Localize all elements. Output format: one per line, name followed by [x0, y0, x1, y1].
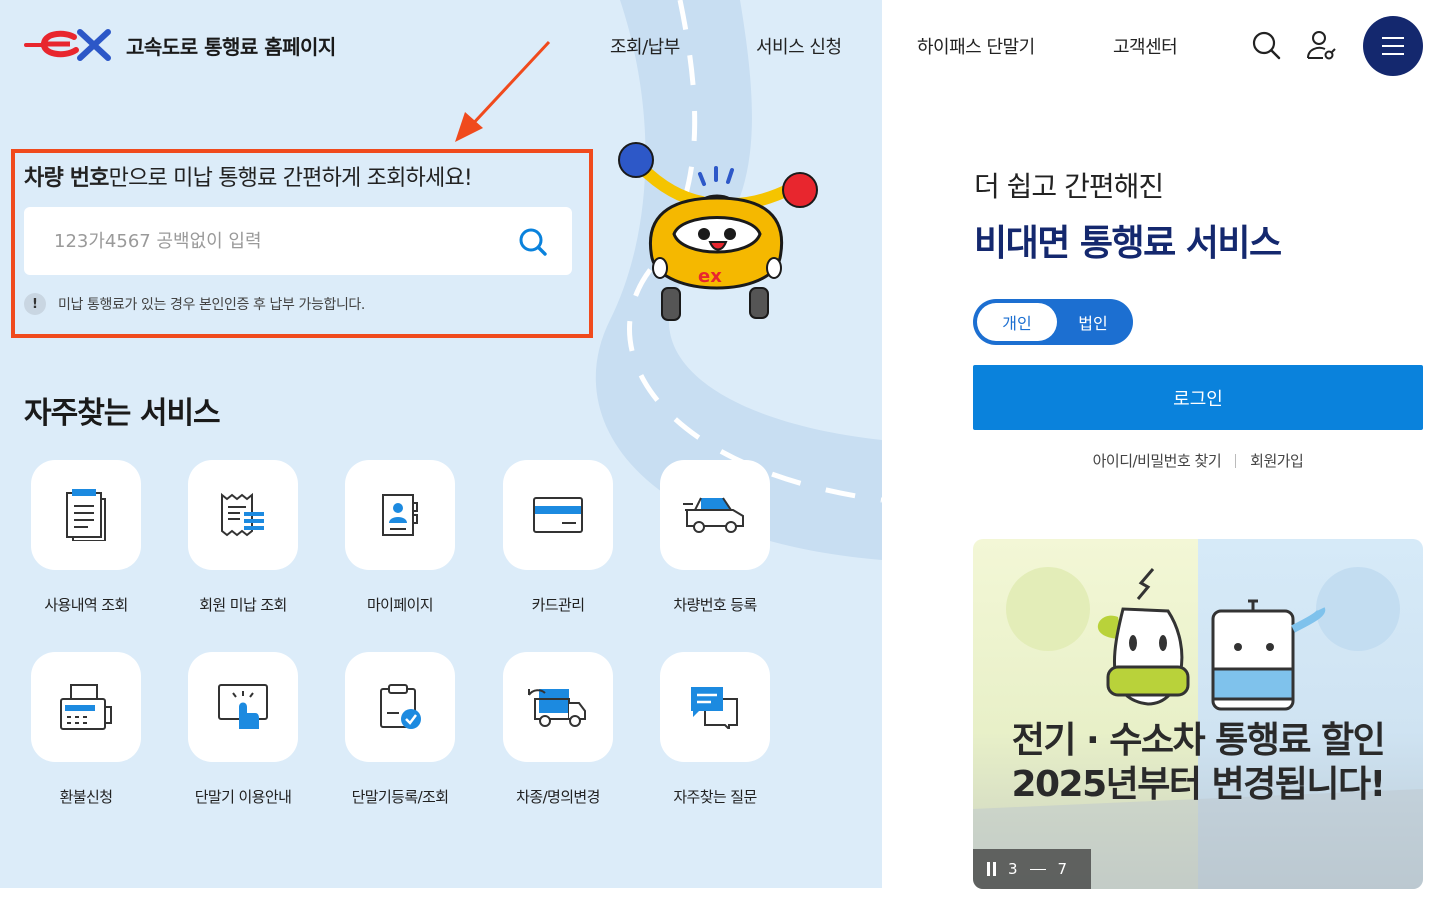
- service-terminal-register[interactable]: 단말기등록/조회: [345, 652, 455, 807]
- signup-link[interactable]: 회원가입: [1250, 450, 1304, 471]
- banner-index-divider: [1029, 868, 1046, 870]
- member-type-toggle: 개인 법인: [973, 299, 1133, 345]
- search-title-bold: 차량 번호: [24, 166, 109, 191]
- service-label: 카드관리: [531, 596, 585, 614]
- search-submit-icon[interactable]: [518, 227, 548, 257]
- login-title: 비대면 통행료 서비스: [974, 223, 1282, 264]
- pause-icon[interactable]: [987, 862, 996, 876]
- nav-item-hipass-terminal[interactable]: 하이패스 단말기: [917, 33, 1035, 59]
- service-vehicle-owner-change[interactable]: 차종/명의변경: [503, 652, 613, 807]
- service-member-unpaid[interactable]: 회원 미납 조회: [188, 460, 298, 615]
- logo-text: 고속도로 통행료 홈페이지: [126, 34, 336, 59]
- nav-item-customer-center[interactable]: 고객센터: [1113, 33, 1178, 59]
- clipboard-check-icon: [380, 684, 421, 729]
- service-label: 단말기 이용안내: [194, 788, 292, 806]
- service-faq[interactable]: 자주찾는 질문: [660, 652, 770, 807]
- find-id-password-link[interactable]: 아이디/비밀번호 찾기: [1093, 450, 1222, 471]
- vehicle-search-box: [24, 207, 572, 275]
- service-vehicle-register[interactable]: 차량번호 등록: [660, 460, 770, 615]
- service-terminal-guide[interactable]: 단말기 이용안내: [188, 652, 298, 807]
- receipt-icon: [221, 492, 264, 537]
- ex-logo-icon: [24, 29, 111, 61]
- credit-card-icon: [533, 497, 583, 533]
- fax-icon: [60, 684, 112, 730]
- link-divider: [1235, 453, 1237, 468]
- promo-banner[interactable]: 전기 · 수소차 통행료 할인 2025년부터 변경됩니다! 3 7: [973, 539, 1423, 889]
- svg-text:ex: ex: [698, 266, 722, 287]
- toggle-personal[interactable]: 개인: [977, 303, 1057, 341]
- search-title-rest: 만으로 미납 통행료 간편하게 조회하세요!: [108, 166, 473, 191]
- payment-notice: ! 미납 통행료가 있는 경우 본인인증 후 납부 가능합니다.: [24, 293, 365, 315]
- user-icon[interactable]: [1305, 28, 1337, 62]
- services-title: 자주찾는 서비스: [24, 396, 221, 431]
- service-label: 사용내역 조회: [44, 596, 128, 614]
- document-list-icon: [66, 489, 106, 541]
- login-button[interactable]: 로그인: [973, 365, 1423, 430]
- banner-current-index: 3: [1008, 860, 1018, 878]
- vehicle-number-input[interactable]: [24, 207, 494, 275]
- exclamation-icon: !: [24, 293, 46, 315]
- notice-text: 미납 통행료가 있는 경우 본인인증 후 납부 가능합니다.: [58, 297, 365, 313]
- toggle-business[interactable]: 법인: [1057, 303, 1129, 341]
- menu-button[interactable]: [1363, 16, 1423, 76]
- banner-headline: 전기 · 수소차 통행료 할인 2025년부터 변경됩니다!: [973, 719, 1423, 807]
- service-label: 차량번호 등록: [673, 596, 757, 614]
- service-label: 환불신청: [59, 788, 113, 806]
- service-label: 단말기등록/조회: [351, 788, 449, 806]
- service-label: 회원 미납 조회: [199, 596, 287, 614]
- profile-book-icon: [382, 494, 418, 536]
- banner-controls: 3 7: [973, 849, 1091, 889]
- service-my-page[interactable]: 마이페이지: [345, 460, 455, 615]
- login-subtitle: 더 쉽고 간편해진: [974, 170, 1164, 203]
- nav-item-service-apply[interactable]: 서비스 신청: [756, 33, 842, 59]
- service-label: 자주찾는 질문: [673, 788, 757, 806]
- ev-hydrogen-mascots-icon: [973, 567, 1423, 889]
- menu-icon: [1382, 34, 1404, 58]
- service-refund-request[interactable]: 환불신청: [31, 652, 141, 807]
- service-card-management[interactable]: 카드관리: [503, 460, 613, 615]
- banner-total-count: 7: [1057, 860, 1068, 878]
- service-usage-history[interactable]: 사용내역 조회: [31, 460, 141, 615]
- site-logo[interactable]: 고속도로 통행료 홈페이지: [22, 28, 336, 62]
- mascot-car-icon: ex: [618, 142, 818, 321]
- truck-swap-icon: [528, 689, 586, 727]
- service-label: 차종/명의변경: [516, 788, 600, 806]
- car-icon: [683, 497, 744, 533]
- touch-screen-icon: [218, 684, 268, 729]
- annotation-arrow-icon: [455, 40, 551, 142]
- search-title: 차량 번호만으로 미납 통행료 간편하게 조회하세요!: [24, 160, 473, 192]
- banner-line-2: 2025년부터 변경됩니다!: [1011, 764, 1386, 805]
- chat-bubble-icon: [691, 687, 738, 729]
- banner-line-1: 전기 · 수소차 통행료 할인: [1011, 720, 1386, 761]
- search-icon[interactable]: [1251, 30, 1281, 60]
- service-label: 마이페이지: [366, 596, 434, 614]
- nav-item-lookup-payment[interactable]: 조회/납부: [610, 33, 680, 59]
- account-links: 아이디/비밀번호 찾기 회원가입: [973, 450, 1423, 471]
